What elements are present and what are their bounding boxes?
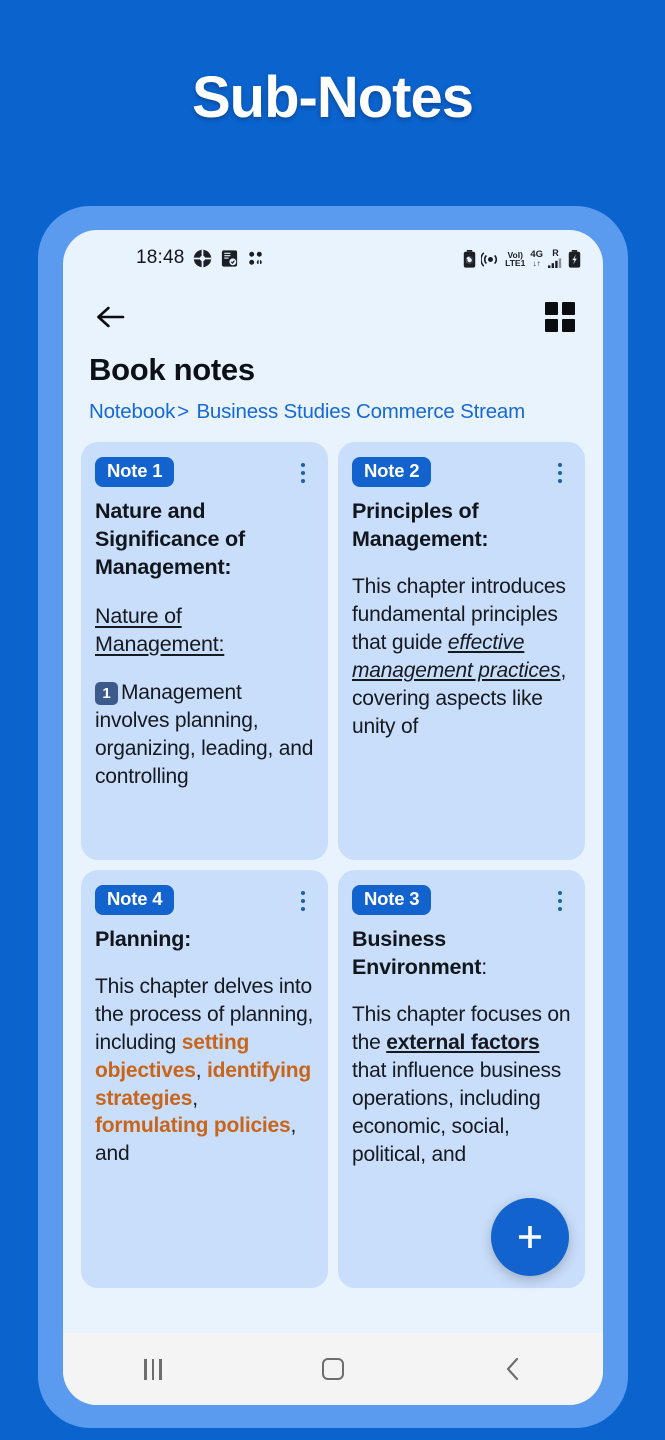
4g-data-icon: 4G ↓↑ bbox=[530, 250, 543, 268]
grid-cell-icon bbox=[562, 319, 575, 332]
note-title: Business Environment: bbox=[352, 925, 571, 982]
dots-app-icon bbox=[248, 251, 262, 265]
note-body: This chapter focuses on the external fac… bbox=[352, 1001, 571, 1169]
kebab-menu-icon[interactable] bbox=[292, 460, 314, 486]
note-title-colon: : bbox=[481, 954, 487, 979]
note-body-post: that influence business operations, incl… bbox=[352, 1059, 562, 1166]
notes-grid: Note 1 Nature and Significance of Manage… bbox=[81, 442, 585, 1288]
note-title: Nature and Significance of Management: bbox=[95, 498, 245, 580]
app-bar bbox=[63, 286, 603, 348]
note-body: 1 Management involves planning, organizin… bbox=[95, 679, 314, 791]
note-card[interactable]: Note 2 Principles of Management: This ch… bbox=[338, 442, 585, 860]
note-card-header: Note 3 bbox=[352, 885, 571, 915]
roaming-label: R bbox=[552, 247, 559, 258]
lte-label: LTE1 bbox=[505, 258, 526, 268]
note-badge: Note 3 bbox=[352, 885, 432, 915]
volte-lte-icon: VoI) LTE1 bbox=[505, 250, 526, 268]
note-body: This chapter introduces fundamental prin… bbox=[352, 573, 571, 741]
note-card-header: Note 4 bbox=[95, 885, 314, 915]
plus-icon bbox=[519, 1226, 541, 1248]
badminton-app-icon bbox=[193, 249, 211, 267]
status-bar-right: VoI) LTE1 4G ↓↑ R bbox=[463, 247, 581, 268]
note-title-strong: Business Environment bbox=[352, 926, 482, 979]
note-card[interactable]: Note 4 Planning: This chapter delves int… bbox=[81, 870, 328, 1288]
grid-cell-icon bbox=[545, 302, 558, 315]
hotspot-icon bbox=[481, 251, 498, 267]
data-arrows-icon: ↓↑ bbox=[532, 258, 541, 268]
grid-view-button[interactable] bbox=[545, 302, 575, 332]
note-card[interactable]: Note 1 Nature and Significance of Manage… bbox=[81, 442, 328, 860]
note-body-mid: , bbox=[195, 1058, 207, 1082]
note-body-highlight: formulating policies bbox=[95, 1114, 291, 1138]
grid-cell-icon bbox=[545, 319, 558, 332]
home-icon bbox=[322, 1358, 344, 1380]
note-body-text: Management involves planning, organizing… bbox=[95, 680, 314, 788]
breadcrumb-current[interactable]: Business Studies Commerce Stream bbox=[196, 400, 525, 423]
breadcrumb-separator: > bbox=[177, 400, 189, 423]
signal-bars-icon bbox=[548, 257, 562, 268]
note-badge: Note 4 bbox=[95, 885, 175, 915]
note-title: Principles of Management: bbox=[352, 498, 489, 551]
arrow-left-icon bbox=[97, 306, 125, 328]
phone-screen: 18:48 VoI) LTE1 4G ↓↑ R Book notes Noteb… bbox=[63, 230, 603, 1405]
banner-title: Sub-Notes bbox=[192, 65, 474, 130]
note-badge: Note 1 bbox=[95, 457, 175, 487]
nav-home-button[interactable] bbox=[293, 1345, 373, 1393]
status-time: 18:48 bbox=[136, 247, 185, 268]
note-body-emphasis: external factors bbox=[386, 1031, 540, 1055]
note-card-header: Note 1 bbox=[95, 457, 314, 487]
breadcrumb-root[interactable]: Notebook bbox=[89, 400, 175, 423]
back-button[interactable] bbox=[89, 296, 131, 338]
system-nav-bar bbox=[63, 1333, 603, 1405]
nav-back-button[interactable] bbox=[473, 1345, 553, 1393]
battery-icon bbox=[568, 249, 581, 268]
note-card-header: Note 2 bbox=[352, 457, 571, 487]
phone-frame: 18:48 VoI) LTE1 4G ↓↑ R Book notes Noteb… bbox=[38, 206, 628, 1428]
nav-recents-button[interactable] bbox=[113, 1345, 193, 1393]
page-title: Book notes bbox=[89, 352, 255, 387]
note-app-icon bbox=[221, 249, 237, 267]
battery-saver-icon bbox=[463, 249, 476, 268]
recents-icon bbox=[144, 1358, 162, 1380]
note-body-mid: , bbox=[192, 1086, 198, 1110]
note-badge: Note 2 bbox=[352, 457, 432, 487]
kebab-menu-icon[interactable] bbox=[292, 888, 314, 914]
roaming-signal-icon: R bbox=[548, 247, 563, 268]
banner: Sub-Notes bbox=[0, 0, 665, 195]
kebab-menu-icon[interactable] bbox=[549, 460, 571, 486]
add-note-fab[interactable] bbox=[491, 1198, 569, 1276]
breadcrumb: Notebook> Business Studies Commerce Stre… bbox=[63, 388, 603, 424]
status-bar: 18:48 VoI) LTE1 4G ↓↑ R bbox=[63, 230, 603, 286]
note-body: This chapter delves into the process of … bbox=[95, 973, 314, 1168]
note-title: Planning: bbox=[95, 926, 192, 951]
back-chevron-icon bbox=[506, 1357, 519, 1381]
grid-cell-icon bbox=[562, 302, 575, 315]
note-subheading: Nature of Management: bbox=[95, 603, 225, 657]
status-bar-left: 18:48 bbox=[136, 247, 265, 269]
kebab-menu-icon[interactable] bbox=[549, 888, 571, 914]
keycap-number-icon: 1 bbox=[95, 681, 118, 705]
